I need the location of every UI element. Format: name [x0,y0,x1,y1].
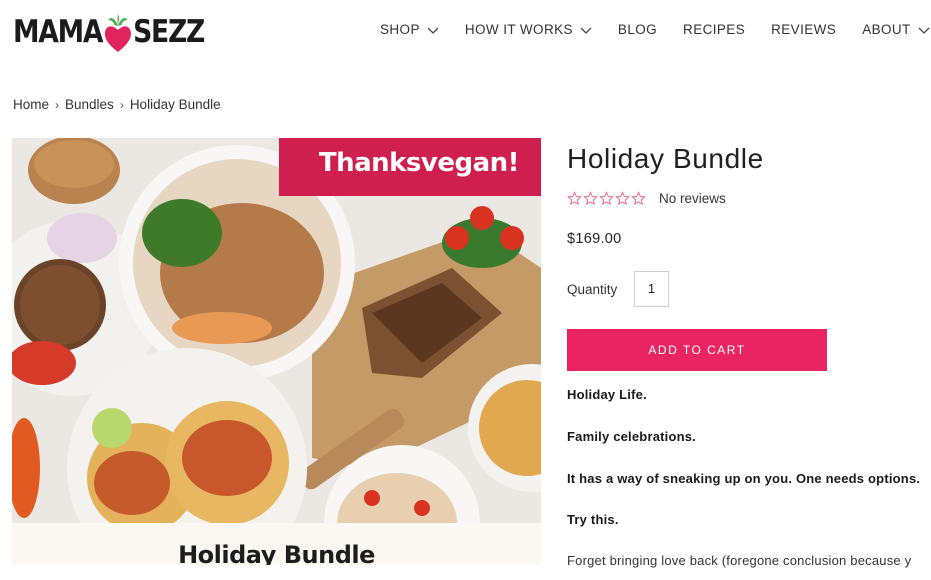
nav-how-it-works-label: HOW IT WORKS [464,22,573,37]
nav-about-label: ABOUT [862,22,911,37]
promo-banner: Thanksvegan! [279,138,541,196]
chevron-down-icon [580,27,592,34]
breadcrumb-bundles[interactable]: Bundles [65,97,114,112]
nav-how-it-works[interactable]: HOW IT WORKS [465,22,592,37]
rating-stars [567,191,646,206]
description-line: Holiday Life. [567,387,647,402]
star-empty-icon [583,191,598,205]
description-line: It has a way of sneaking up on you. One … [567,471,921,486]
description-line: Family celebrations. [567,429,696,444]
description-line: Try this. [567,512,619,527]
product-rating[interactable]: No reviews [567,191,726,206]
product-image[interactable]: Thanksvegan! Holiday Bundle [12,138,541,565]
product-photo-illustration [12,138,541,565]
add-to-cart-button[interactable]: ADD TO CART [567,329,827,371]
logo-text-right: SEZZ [133,14,205,50]
main-nav: SHOP HOW IT WORKS BLOG RECIPES REVIEWS A… [380,22,931,37]
image-caption: Holiday Bundle [178,541,375,565]
quantity-label: Quantity [567,282,618,297]
nav-reviews-label: REVIEWS [771,22,837,37]
star-empty-icon [599,191,614,205]
quantity-input[interactable]: 1 [634,271,669,307]
nav-shop-label: SHOP [380,22,420,37]
logo-text-left: MAMA [13,14,103,50]
nav-blog[interactable]: BLOG [618,22,657,37]
breadcrumb-separator: › [55,97,60,112]
star-empty-icon [615,191,630,205]
nav-shop[interactable]: SHOP [380,22,439,37]
description-line: Forget bringing love back (foregone conc… [567,553,912,568]
breadcrumb-current: Holiday Bundle [129,97,221,112]
product-title: Holiday Bundle [567,143,764,174]
nav-recipes-label: RECIPES [683,22,746,37]
chevron-down-icon [427,27,439,34]
nav-recipes[interactable]: RECIPES [683,22,745,37]
nav-about[interactable]: ABOUT [862,22,930,37]
promo-banner-text: Thanksvegan! [318,148,520,178]
logo[interactable]: MAMA SEZZ [13,6,235,58]
star-empty-icon [631,191,646,205]
nav-reviews[interactable]: REVIEWS [771,22,836,37]
product-price: $169.00 [567,231,622,247]
breadcrumb-separator: › [119,97,124,112]
breadcrumb-home[interactable]: Home [13,97,49,112]
reviews-count: No reviews [659,191,726,206]
star-empty-icon [567,191,582,205]
breadcrumb: Home › Bundles › Holiday Bundle [13,97,221,112]
logo-heart-icon [103,14,132,54]
chevron-down-icon [918,27,930,34]
nav-blog-label: BLOG [617,22,658,37]
